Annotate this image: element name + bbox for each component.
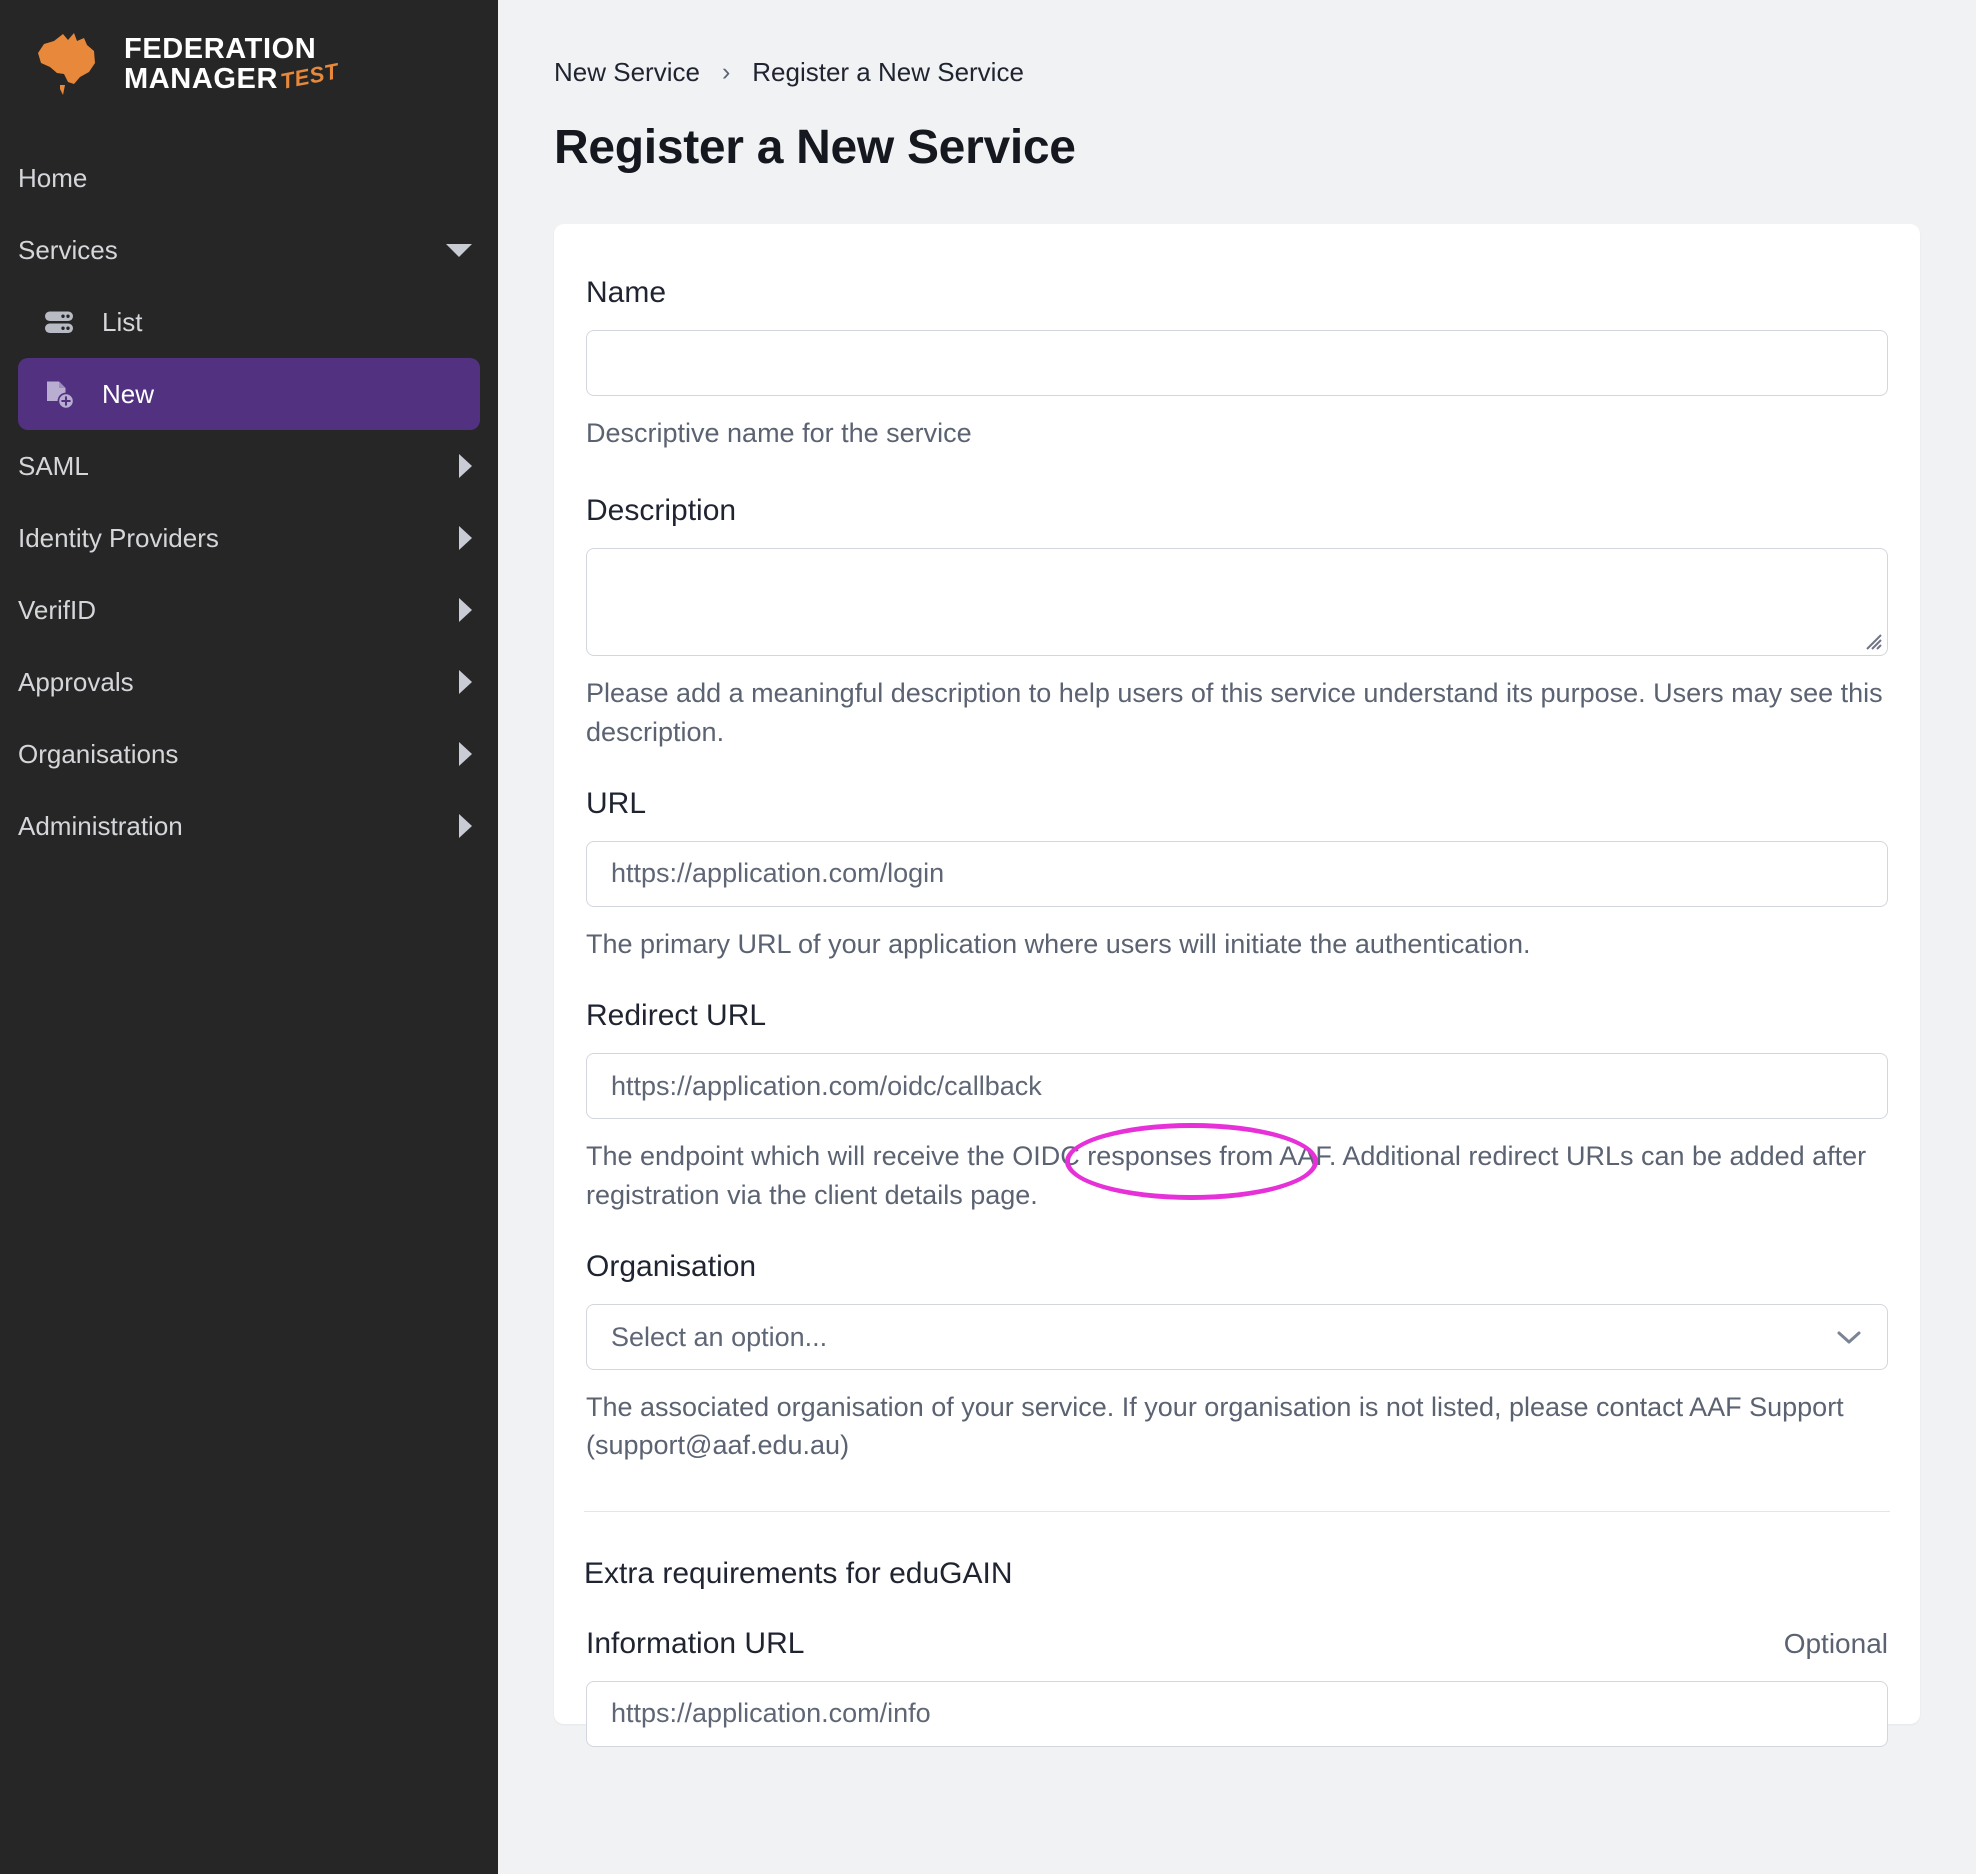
breadcrumb-parent[interactable]: New Service bbox=[554, 57, 700, 88]
sidebar-item-identity-providers[interactable]: Identity Providers bbox=[0, 502, 498, 574]
breadcrumb-current: Register a New Service bbox=[752, 57, 1024, 87]
sidebar-item-home-label: Home bbox=[18, 162, 88, 193]
field-organisation-label-row: Organisation bbox=[586, 1250, 1888, 1284]
sidebar-nav: Home Services List New SAML Identity Pro… bbox=[0, 128, 498, 862]
sidebar-item-services-label: Services bbox=[18, 234, 118, 265]
field-url-label-row: URL bbox=[586, 787, 1888, 821]
sidebar: FEDERATION MANAGER TEST Home Services Li… bbox=[0, 0, 498, 1874]
server-icon bbox=[42, 305, 76, 339]
organisation-select[interactable]: Select an option... bbox=[586, 1303, 1888, 1370]
redirect-url-input[interactable] bbox=[586, 1053, 1888, 1120]
chevron-right-icon bbox=[459, 670, 472, 694]
organisation-label: Organisation bbox=[586, 1249, 757, 1283]
sidebar-item-home[interactable]: Home bbox=[0, 142, 498, 214]
brand-line-1: FEDERATION bbox=[124, 32, 317, 65]
australia-map-icon bbox=[30, 27, 102, 101]
information-url-optional-tag: Optional bbox=[1783, 1627, 1888, 1659]
file-plus-icon bbox=[42, 377, 76, 411]
chevron-right-icon bbox=[459, 814, 472, 838]
sidebar-item-approvals-label: Approvals bbox=[18, 666, 134, 697]
edugain-section-heading: Extra requirements for eduGAIN bbox=[584, 1556, 1013, 1590]
sidebar-item-services-new[interactable]: New bbox=[18, 358, 480, 430]
main-content: New Service › Register a New Service Reg… bbox=[498, 0, 1976, 1874]
url-help-text: The primary URL of your application wher… bbox=[586, 928, 1531, 959]
brand-test-badge: TEST bbox=[278, 58, 341, 95]
sidebar-item-services-new-label: New bbox=[102, 378, 155, 409]
sidebar-item-verifid-label: VerifID bbox=[18, 594, 97, 625]
chevron-right-icon bbox=[459, 742, 472, 766]
chevron-right-icon: › bbox=[721, 58, 731, 86]
chevron-right-icon bbox=[459, 598, 472, 622]
sidebar-item-organisations-label: Organisations bbox=[18, 738, 179, 769]
sidebar-item-approvals[interactable]: Approvals bbox=[0, 646, 498, 718]
brand-text: FEDERATION MANAGER TEST bbox=[124, 32, 342, 95]
brand-manager-text: MANAGER bbox=[124, 63, 279, 95]
name-label: Name bbox=[586, 276, 667, 309]
chevron-right-icon bbox=[459, 454, 472, 478]
name-input[interactable] bbox=[586, 330, 1888, 396]
sidebar-item-saml-label: SAML bbox=[18, 450, 89, 481]
field-redirect-url-label-row: Redirect URL bbox=[586, 999, 1888, 1033]
organisation-help-text: The associated organisation of your serv… bbox=[586, 1391, 1844, 1461]
sidebar-item-administration[interactable]: Administration bbox=[0, 790, 498, 862]
redirect-url-label: Redirect URL bbox=[586, 999, 767, 1033]
field-information-url-label-row: Information URL Optional bbox=[586, 1627, 1888, 1661]
information-url-label: Information URL bbox=[586, 1626, 805, 1660]
description-textarea[interactable] bbox=[586, 548, 1888, 657]
sidebar-item-services[interactable]: Services bbox=[0, 214, 498, 286]
url-label: URL bbox=[586, 786, 647, 820]
brand-line-2: MANAGER TEST bbox=[124, 59, 342, 95]
description-label: Description bbox=[586, 494, 737, 528]
field-description: Description Please add a meaningful desc… bbox=[584, 494, 1890, 751]
sidebar-item-saml[interactable]: SAML bbox=[0, 430, 498, 502]
name-help-text: Descriptive name for the service bbox=[586, 418, 972, 448]
information-url-input[interactable] bbox=[586, 1680, 1888, 1747]
sidebar-item-organisations[interactable]: Organisations bbox=[0, 718, 498, 790]
field-redirect-url: Redirect URL The endpoint which will rec… bbox=[584, 999, 1890, 1214]
organisation-select-wrap: Select an option... bbox=[586, 1303, 1888, 1370]
redirect-url-help-text: The endpoint which will receive the OIDC… bbox=[586, 1141, 1867, 1210]
field-information-url: Information URL Optional bbox=[584, 1627, 1890, 1747]
field-name: Name Descriptive name for the service bbox=[584, 276, 1890, 452]
section-divider bbox=[584, 1510, 1890, 1512]
field-url: URL The primary URL of your application … bbox=[584, 787, 1890, 963]
sidebar-item-services-list-label: List bbox=[102, 306, 143, 337]
field-organisation: Organisation Select an option... The ass… bbox=[584, 1250, 1890, 1465]
chevron-right-icon bbox=[459, 526, 472, 550]
sidebar-item-identity-providers-label: Identity Providers bbox=[18, 522, 219, 553]
description-help-text: Please add a meaningful description to h… bbox=[586, 678, 1883, 747]
sidebar-item-services-list[interactable]: List bbox=[18, 286, 480, 358]
breadcrumb: New Service › Register a New Service bbox=[554, 0, 1920, 88]
url-input[interactable] bbox=[586, 840, 1888, 907]
brand-logo[interactable]: FEDERATION MANAGER TEST bbox=[0, 0, 498, 128]
register-service-form-card: Name Descriptive name for the service De… bbox=[554, 224, 1920, 1747]
page-title: Register a New Service bbox=[554, 121, 1076, 174]
sidebar-item-verifid[interactable]: VerifID bbox=[0, 574, 498, 646]
field-name-label-row: Name bbox=[586, 276, 1888, 310]
sidebar-item-administration-label: Administration bbox=[18, 810, 183, 841]
app-root: FEDERATION MANAGER TEST Home Services Li… bbox=[0, 0, 1976, 1874]
description-textarea-wrap bbox=[586, 548, 1888, 657]
chevron-down-icon bbox=[446, 243, 472, 257]
field-description-label-row: Description bbox=[586, 494, 1888, 528]
